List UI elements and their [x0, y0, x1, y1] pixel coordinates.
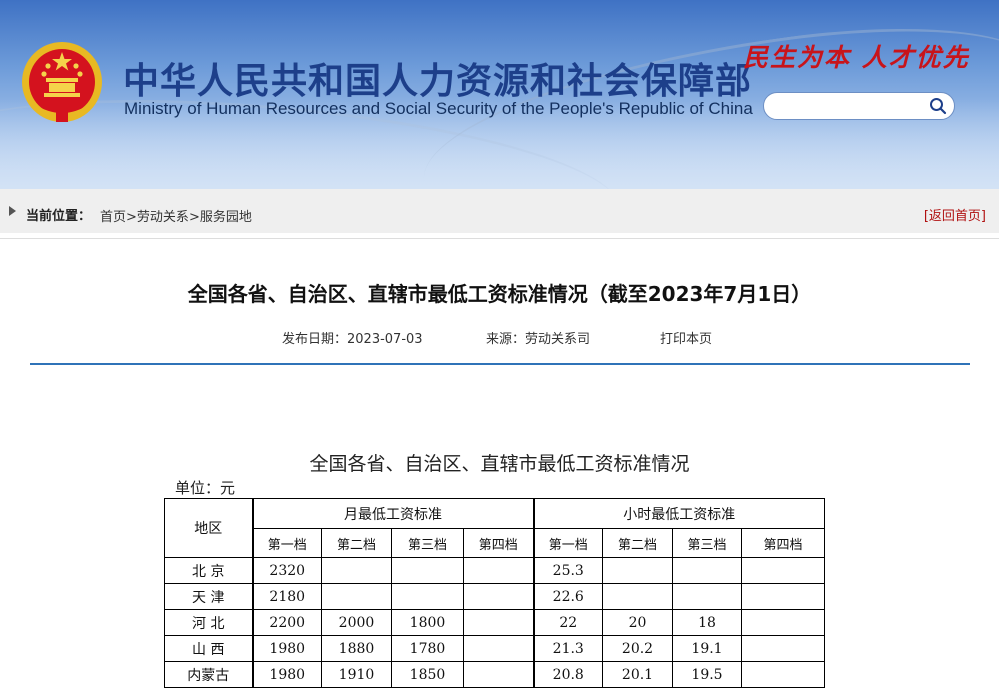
- monthly-wage-cell: [463, 661, 535, 688]
- tier-header: 第一档: [252, 528, 322, 558]
- hourly-wage-cell: [741, 661, 825, 688]
- site-header: 中华人民共和国人力资源和社会保障部 Ministry of Human Reso…: [0, 0, 999, 189]
- breadcrumb-separator: >: [188, 210, 200, 225]
- publish-date: 发布日期：2023-07-03: [282, 332, 423, 347]
- monthly-wage-cell: 1980: [252, 661, 322, 688]
- hourly-wage-cell: 19.1: [672, 635, 742, 662]
- table-row: 北 京 2320 25.3: [164, 557, 825, 584]
- table-row: 山 西 1980 1880 1780 21.3 20.2 19.1: [164, 635, 825, 662]
- monthly-wage-cell: [391, 557, 464, 584]
- monthly-wage-cell: 2000: [321, 609, 392, 636]
- region-cell: 内蒙古: [164, 661, 254, 688]
- breadcrumb-separator: >: [126, 210, 137, 225]
- breadcrumb: 首页>劳动关系>服务园地: [100, 206, 252, 225]
- hourly-wage-cell: [672, 557, 742, 584]
- search-box[interactable]: [763, 92, 955, 120]
- monthly-wage-cell: 2180: [252, 583, 322, 610]
- hourly-wage-cell: 20: [602, 609, 673, 636]
- tier-header: 第一档: [533, 528, 603, 558]
- region-cell: 山 西: [164, 635, 254, 662]
- hourly-wage-cell: 20.1: [602, 661, 673, 688]
- hourly-wage-cell: 22.6: [533, 583, 603, 610]
- hourly-wage-cell: [741, 635, 825, 662]
- tier-header: 第四档: [741, 528, 825, 558]
- region-header: 地区: [164, 498, 254, 558]
- divider: [0, 238, 999, 239]
- tier-header: 第二档: [321, 528, 392, 558]
- hourly-wage-cell: 18: [672, 609, 742, 636]
- hourly-wage-cell: [741, 583, 825, 610]
- breadcrumb-service-link[interactable]: 服务园地: [200, 210, 252, 225]
- monthly-wage-cell: [463, 635, 535, 662]
- breadcrumb-label: 当前位置：: [26, 209, 92, 224]
- region-cell: 天 津: [164, 583, 254, 610]
- document-title: 全国各省、自治区、直辖市最低工资标准情况: [309, 453, 690, 475]
- minimum-wage-table: 地区 月最低工资标准 小时最低工资标准 第一档 第二档 第三档 第四档 第一档 …: [164, 498, 825, 688]
- hourly-wage-cell: [672, 583, 742, 610]
- slogan: 民生为本 人才优先: [743, 43, 970, 72]
- breadcrumb-home-link[interactable]: 首页: [100, 210, 126, 225]
- article-title: 全国各省、自治区、直辖市最低工资标准情况（截至2023年7月1日）: [187, 282, 812, 306]
- monthly-wage-cell: 1880: [321, 635, 392, 662]
- hourly-wage-cell: [602, 557, 673, 584]
- table-row: 天 津 2180 22.6: [164, 583, 825, 610]
- article-divider: [30, 363, 970, 365]
- region-cell: 河 北: [164, 609, 254, 636]
- search-icon[interactable]: [929, 97, 947, 115]
- table-row: 内蒙古 1980 1910 1850 20.8 20.1 19.5: [164, 661, 825, 688]
- tier-header: 第三档: [391, 528, 464, 558]
- monthly-wage-cell: [463, 609, 535, 636]
- monthly-wage-cell: 1780: [391, 635, 464, 662]
- hourly-wage-cell: 21.3: [533, 635, 603, 662]
- monthly-wage-cell: 2320: [252, 557, 322, 584]
- hourly-wage-cell: 20.2: [602, 635, 673, 662]
- monthly-wage-cell: 1980: [252, 635, 322, 662]
- monthly-wage-cell: [463, 557, 535, 584]
- hourly-wage-cell: 19.5: [672, 661, 742, 688]
- article-source: 来源：劳动关系司: [486, 332, 591, 347]
- hourly-wage-cell: [741, 609, 825, 636]
- monthly-wage-cell: [321, 583, 392, 610]
- hourly-wage-cell: 22: [533, 609, 603, 636]
- hourly-wage-cell: 25.3: [533, 557, 603, 584]
- national-emblem-icon: [22, 42, 102, 122]
- breadcrumb-labor-relations-link[interactable]: 劳动关系: [137, 210, 189, 225]
- monthly-wage-cell: 2200: [252, 609, 322, 636]
- monthly-wage-cell: [321, 557, 392, 584]
- table-row: 河 北 2200 2000 1800 22 20 18: [164, 609, 825, 636]
- unit-label: 单位：元: [175, 479, 236, 497]
- hourly-header: 小时最低工资标准: [533, 498, 825, 529]
- tier-header: 第三档: [672, 528, 742, 558]
- hourly-wage-cell: [602, 583, 673, 610]
- back-home-link[interactable]: [返回首页]: [924, 205, 986, 224]
- monthly-wage-cell: 1910: [321, 661, 392, 688]
- triangle-right-icon: [9, 206, 16, 216]
- monthly-header: 月最低工资标准: [252, 498, 535, 529]
- hourly-wage-cell: 20.8: [533, 661, 603, 688]
- monthly-wage-cell: [391, 583, 464, 610]
- ministry-name-cn: 中华人民共和国人力资源和社会保障部: [123, 61, 753, 102]
- monthly-wage-cell: 1850: [391, 661, 464, 688]
- ministry-name-en: Ministry of Human Resources and Social S…: [124, 99, 753, 118]
- region-cell: 北 京: [164, 557, 254, 584]
- hourly-wage-cell: [741, 557, 825, 584]
- tier-header: 第四档: [463, 528, 535, 558]
- print-page-link[interactable]: 打印本页: [660, 328, 712, 347]
- monthly-wage-cell: 1800: [391, 609, 464, 636]
- tier-header: 第二档: [602, 528, 673, 558]
- monthly-wage-cell: [463, 583, 535, 610]
